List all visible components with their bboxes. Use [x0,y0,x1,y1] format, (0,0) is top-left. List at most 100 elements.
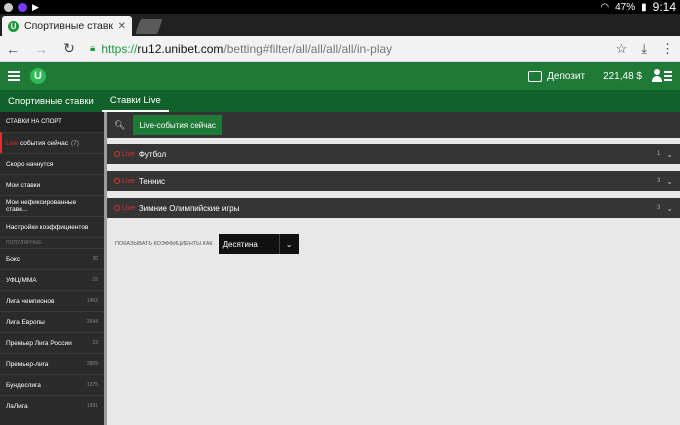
live-badge: Live [114,205,135,212]
bookmark-star-icon[interactable]: ☆ [616,41,628,57]
download-icon[interactable]: ⤓ [641,41,647,57]
event-count: 3 [656,178,661,184]
close-tab-icon[interactable]: ✕ [118,21,126,32]
sidebar-item-label: Лига чемпионов [6,297,55,305]
event-row-football[interactable]: Live Футбол 1 ⌄ [107,144,680,164]
back-arrow-icon[interactable]: ← [6,41,20,57]
sidebar-item-label: УФЦ/ММА [6,276,37,284]
hamburger-menu-icon[interactable] [8,71,20,81]
user-account-icon[interactable] [652,69,672,83]
sidebar-item-label: Бокс [6,255,21,263]
main-content: 🔍︎ Live-события сейчас Live Футбол 1 ⌄ L… [107,112,680,425]
sidebar-item-label: ЛаЛига [6,402,28,410]
sidebar-item-europa-league[interactable]: Лига Европы 2644 [0,311,104,332]
sidebar-item-upcoming[interactable]: Скоро начнутся [0,153,104,174]
sidebar-item-label: Настройки коэффициентов [6,223,89,231]
new-tab-button[interactable] [135,19,163,34]
sidebar-item-champions-league[interactable]: Лига чемпионов 1462 [0,290,104,311]
address-bar[interactable]: 🔒︎ https://ru12.unibet.com/betting#filte… [90,39,602,59]
sidebar-item-count: 15 [92,277,98,283]
sidebar-header: СТАВКИ НА СПОРТ [0,112,104,132]
tab-title: Спортивные ставки U [24,20,113,32]
chevron-down-icon[interactable]: ⌄ [666,204,673,213]
clock-icon [114,205,120,211]
sub-navigation: Спортивные ставки Ставки Live [0,90,680,112]
event-name: Футбол [138,149,167,159]
odds-format-value: Десятина [222,239,258,249]
live-badge: Live [114,178,135,185]
event-row-winter-olympics[interactable]: Live Зимние Олимпийские игры 3 ⌄ [107,198,680,218]
forward-arrow-icon[interactable]: → [34,41,48,57]
sidebar-item-label: Мои ставки [6,181,41,189]
filter-bar: 🔍︎ Live-события сейчас [107,112,680,138]
event-name: Зимние Олимпийские игры [138,203,240,213]
wifi-icon: ◠ [600,1,610,13]
sidebar-section-popular: ПОПУЛЯРНЫЕ [0,237,104,248]
battery-icon: ▮ [641,1,647,13]
account-balance[interactable]: 221,48 $ [603,71,642,82]
sidebar-item-label: Премьер Лига России [6,339,72,347]
odds-format-select[interactable]: Десятина ⌄ [218,234,299,254]
sidebar-item-premier-league[interactable]: Премьер-лига 2809 [0,353,104,374]
sidebar-item-odds-settings[interactable]: Настройки коэффициентов [0,216,104,237]
sidebar-item-label: Премьер-лига [6,360,49,368]
battery-percent: 47% [615,1,636,13]
unibet-favicon: U [8,20,19,32]
sidebar-item-count: 30 [92,256,98,262]
clock-icon [114,151,120,157]
filter-chip-live-now[interactable]: Live-события сейчас [133,115,222,135]
sidebar-item-bundesliga[interactable]: Бундеслига 1375 [0,374,104,395]
sidebar-item-russian-premier-league[interactable]: Премьер Лига России 22 [0,332,104,353]
event-count: 1 [656,151,661,157]
tab-sports-betting[interactable]: Спортивные ставки [0,90,102,112]
url-scheme: https:// [101,41,138,56]
sidebar-item-label: события сейчас [19,139,68,147]
sidebar-item-count: 2644 [86,319,98,325]
sidebar-item-my-bets[interactable]: Мои ставки [0,174,104,195]
sidebar: СТАВКИ НА СПОРТ Live события сейчас (7) … [0,112,104,425]
system-status-bar: ▶ ◠ 47% ▮ 9:14 [0,0,680,14]
sidebar-item-count: 1462 [86,298,98,304]
clock: 9:14 [652,0,676,14]
wallet-icon [528,70,543,82]
event-name: Теннис [138,176,166,186]
app-notification-icon [18,2,27,12]
sidebar-item-count: (7) [70,139,79,147]
unibet-logo[interactable]: U [30,68,46,84]
odds-format-label: ПОКАЗЫВАТЬ КОЭФФИЦИЕНТЫ КАК [115,241,213,247]
url-host: ru12.unibet.com [137,41,224,56]
sidebar-item-live-now[interactable]: Live события сейчас (7) [0,132,104,153]
android-icon [4,2,13,12]
browser-toolbar: ← → ↻ 🔒︎ https://ru12.unibet.com/betting… [0,36,680,62]
sidebar-item-label: Бундеслига [6,381,41,389]
menu-more-icon[interactable]: ⋮ [661,41,674,57]
deposit-label: Депозит [547,70,586,82]
deposit-button[interactable]: Депозит [528,70,586,82]
lock-icon: 🔒︎ [90,43,96,54]
sidebar-item-count: 1375 [86,382,98,388]
sidebar-item-label: Мои нефиксированные ставк... [6,199,77,213]
reload-icon[interactable]: ↻ [62,40,76,57]
sidebar-item-boxing[interactable]: Бокс 30 [0,248,104,269]
live-badge: Live [114,151,135,158]
live-badge: Live [6,139,18,147]
sidebar-item-ufc-mma[interactable]: УФЦ/ММА 15 [0,269,104,290]
event-row-tennis[interactable]: Live Теннис 3 ⌄ [107,171,680,191]
search-icon[interactable]: 🔍︎ [114,120,125,131]
chevron-down-icon[interactable]: ⌄ [666,150,673,159]
sidebar-item-count: 2809 [86,361,98,367]
browser-tab[interactable]: U Спортивные ставки U ✕ [2,16,132,36]
sidebar-item-count: 22 [92,340,98,346]
app-header: U Депозит 221,48 $ [0,62,680,90]
clock-icon [114,178,120,184]
chevron-down-icon[interactable]: ⌄ [278,234,299,254]
url-path: /betting#filter/all/all/all/all/in-play [223,41,393,56]
play-store-icon: ▶ [32,1,39,12]
browser-tabstrip: U Спортивные ставки U ✕ [0,14,680,36]
odds-format-control: ПОКАЗЫВАТЬ КОЭФФИЦИЕНТЫ КАК Десятина ⌄ [115,234,299,254]
sidebar-item-unsettled-bets[interactable]: Мои нефиксированные ставк... [0,195,104,216]
sidebar-item-label: Лига Европы [6,318,45,326]
sidebar-item-laliga[interactable]: ЛаЛига 1991 [0,395,104,416]
tab-live-betting[interactable]: Ставки Live [101,90,169,112]
chevron-down-icon[interactable]: ⌄ [666,177,673,186]
